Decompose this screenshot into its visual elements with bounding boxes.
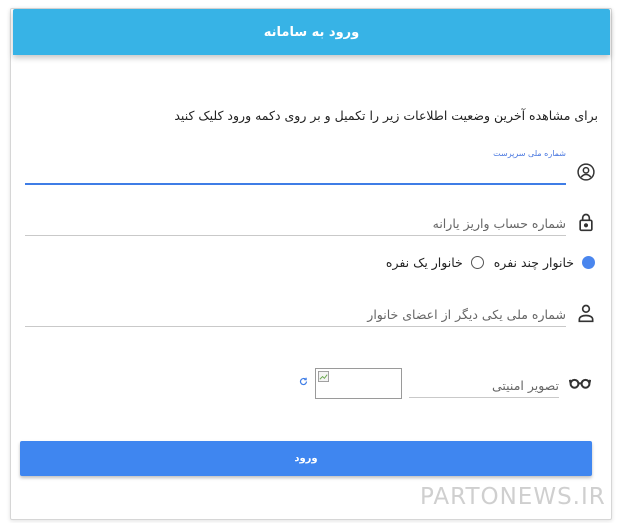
radio-multi-member-label[interactable]: خانوار چند نفره [494,255,574,270]
header-title: ورود به سامانه [263,24,360,40]
glasses-icon [568,372,592,394]
field-underline [25,326,566,327]
household-type-group: خانوار چند نفره خانوار یک نفره [376,255,595,270]
subsidy-account-field[interactable] [25,208,566,236]
guardian-national-id-label: شماره ملی سرپرست [493,149,566,158]
guardian-national-id-input[interactable] [25,159,566,185]
lock-icon [575,211,597,233]
broken-image-icon [318,371,329,382]
field-underline [25,235,566,236]
subsidy-account-input[interactable] [25,210,566,236]
refresh-icon[interactable] [299,377,309,387]
captcha-image [315,368,402,399]
field-underline [409,397,559,398]
guardian-national-id-field[interactable]: شماره ملی سرپرست [25,149,566,185]
field-underline [25,183,566,185]
radio-single-member[interactable] [470,256,484,269]
intro-text: برای مشاهده آخرین وضعیت اطلاعات زیر را ت… [174,108,598,123]
captcha-input[interactable] [409,372,559,398]
card-header: ورود به سامانه [13,9,610,55]
radio-single-member-label[interactable]: خانوار یک نفره [386,255,463,270]
captcha-field[interactable] [409,370,559,398]
radio-multi-member[interactable] [582,256,595,269]
other-member-id-input[interactable] [25,301,566,327]
account-circle-icon [575,161,597,183]
other-member-id-field[interactable] [25,299,566,327]
login-button[interactable]: ورود [20,441,592,476]
watermark: PARTONEWS.IR [420,484,606,510]
person-icon [575,302,597,324]
